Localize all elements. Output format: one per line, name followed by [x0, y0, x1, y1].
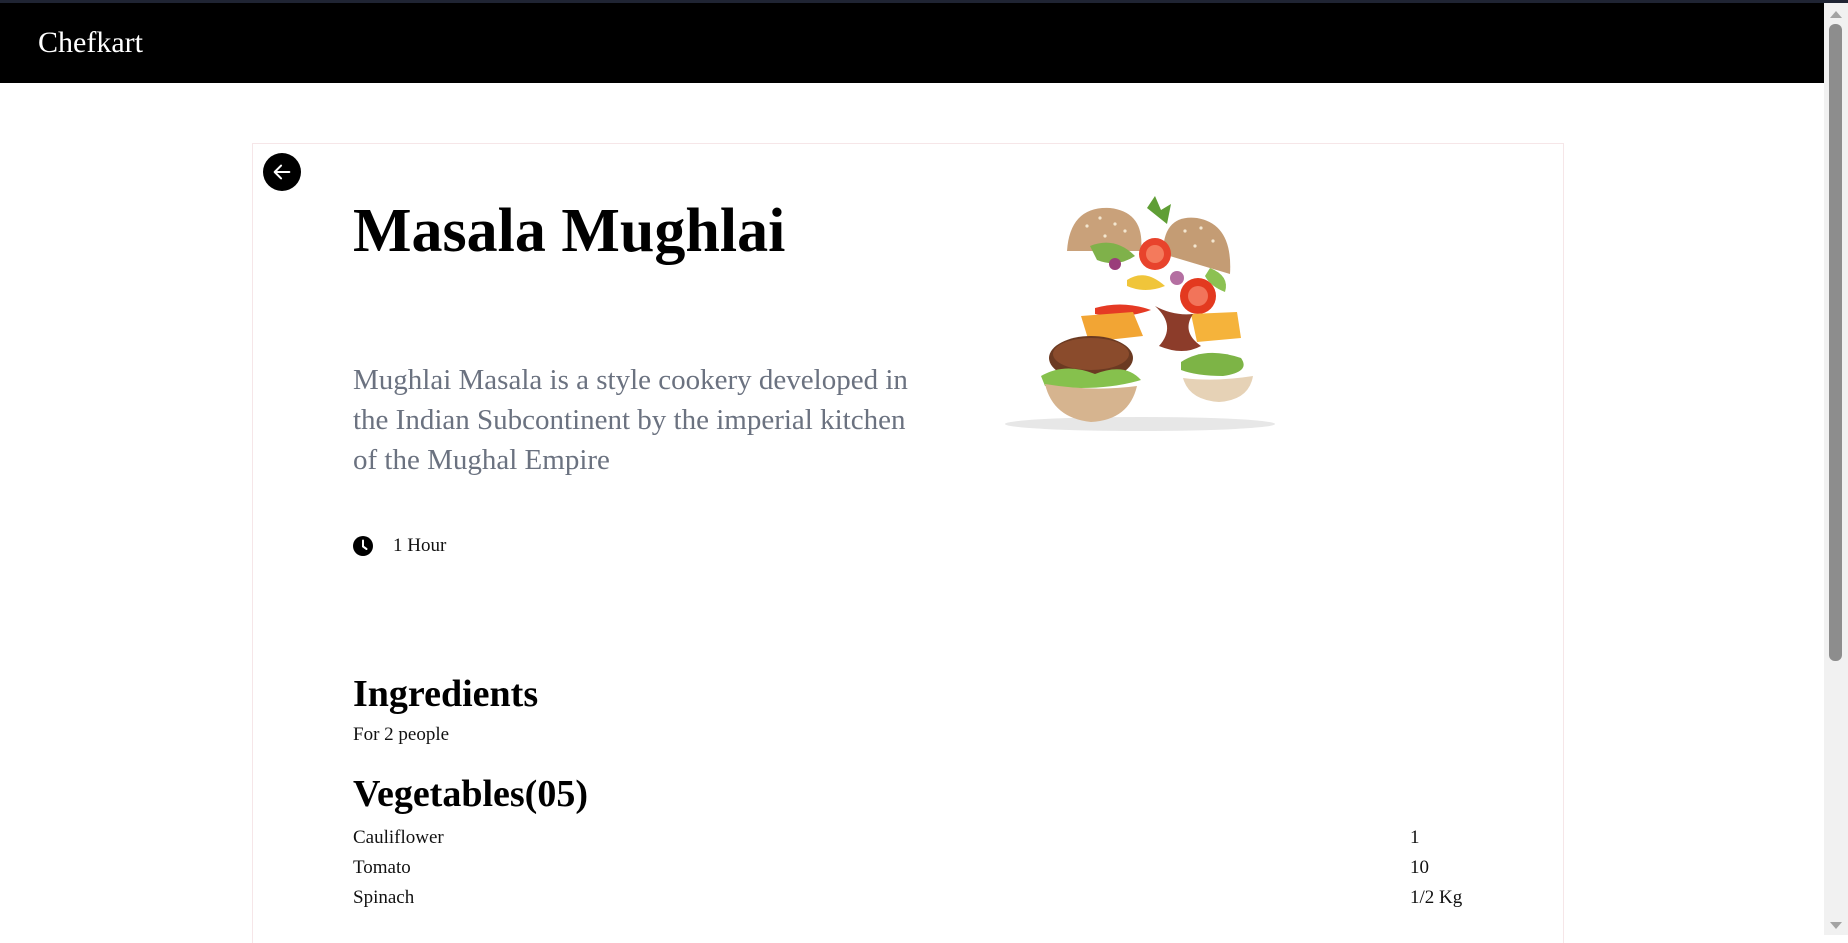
- scrollbar-thumb[interactable]: [1829, 24, 1842, 661]
- ingredient-quantity: 1: [1410, 827, 1420, 848]
- recipe-hero-image: [1005, 196, 1275, 431]
- recipe-title: Masala Mughlai: [353, 197, 786, 265]
- navbar: Chefkart: [0, 3, 1824, 83]
- vegetables-list: Cauliflower 1 Tomato 10 Spinach 1/2 Kg: [353, 823, 1463, 913]
- ingredient-quantity: 10: [1410, 857, 1429, 878]
- list-item: Spinach 1/2 Kg: [353, 883, 1463, 913]
- arrow-left-icon: [273, 164, 291, 180]
- page-scrollbar[interactable]: [1824, 3, 1848, 935]
- recipe-card: Masala Mughlai Mughlai Masala is a style…: [252, 143, 1564, 943]
- ingredient-name: Cauliflower: [353, 827, 444, 848]
- scroll-up-arrow-icon[interactable]: [1830, 11, 1842, 18]
- cook-time: 1 Hour: [353, 533, 446, 559]
- ingredient-name: Spinach: [353, 887, 415, 908]
- scroll-down-arrow-icon[interactable]: [1830, 922, 1842, 929]
- vegetables-heading: Vegetables(05): [353, 773, 588, 815]
- recipe-description: Mughlai Masala is a style cookery develo…: [353, 364, 908, 476]
- serves-count: For 2 people: [353, 724, 450, 745]
- list-item: Tomato 10: [353, 853, 1463, 883]
- clock-icon: [353, 536, 373, 556]
- ingredients-heading: Ingredients: [353, 673, 539, 715]
- back-button[interactable]: [263, 153, 301, 191]
- cook-time-label: 1 Hour: [393, 535, 447, 556]
- brand-logo[interactable]: Chefkart: [38, 25, 143, 61]
- ingredient-name: Tomato: [353, 857, 411, 878]
- ingredient-quantity: 1/2 Kg: [1410, 887, 1463, 908]
- list-item: Cauliflower 1: [353, 823, 1463, 853]
